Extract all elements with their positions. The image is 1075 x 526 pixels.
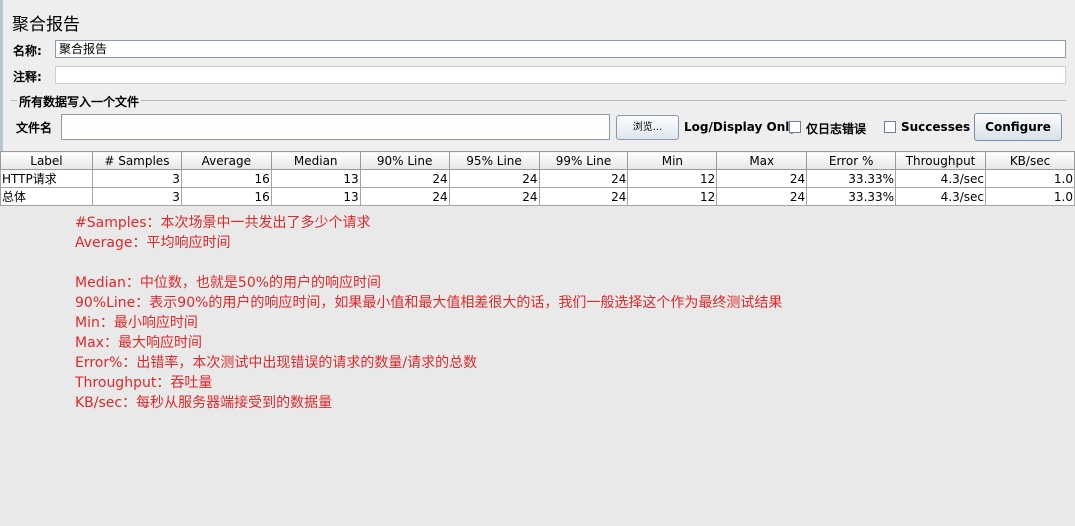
table-cell: 24 bbox=[448, 187, 540, 206]
column-header[interactable]: 90% Line bbox=[359, 151, 450, 170]
column-header[interactable]: Error % bbox=[806, 151, 897, 170]
write-to-file-legend: 所有数据写入一个文件 bbox=[17, 93, 142, 110]
table-cell: 13 bbox=[270, 187, 361, 206]
note-line: 90%Line：表示90%的用户的响应时间，如果最小值和最大值相差很大的话，我们… bbox=[75, 295, 783, 311]
note-line: Median：中位数，也就是50%的用户的响应时间 bbox=[75, 275, 382, 291]
errors-only-checkbox[interactable] bbox=[789, 121, 801, 133]
table-cell: 16 bbox=[180, 169, 272, 188]
filename-input[interactable] bbox=[61, 114, 610, 140]
note-line: Average：平均响应时间 bbox=[75, 235, 231, 251]
note-line: KB/sec：每秒从服务器端接受到的数据量 bbox=[75, 395, 333, 411]
table-cell: 1.0 bbox=[985, 187, 1075, 206]
table-cell: 12 bbox=[627, 187, 718, 206]
comment-row: 注释: bbox=[11, 66, 1066, 86]
table-cell: 24 bbox=[359, 169, 450, 188]
panel-title: 聚合报告 bbox=[12, 15, 80, 35]
name-input[interactable]: 聚合报告 bbox=[55, 40, 1066, 58]
filename-label: 文件名 bbox=[16, 121, 53, 135]
successes-checkbox[interactable] bbox=[884, 121, 896, 133]
column-header[interactable]: Label bbox=[0, 151, 93, 170]
comment-input[interactable] bbox=[55, 66, 1066, 84]
column-header[interactable]: Min bbox=[627, 151, 718, 170]
configure-button[interactable]: Configure bbox=[974, 113, 1062, 141]
table-cell: HTTP请求 bbox=[0, 169, 93, 188]
comment-label: 注释: bbox=[13, 70, 42, 84]
successes-label: Successes bbox=[901, 120, 971, 134]
table-cell: 24 bbox=[359, 187, 450, 206]
table-row[interactable]: HTTP请求 3 16 13 24 24 24 12 24 33.33% 4.3… bbox=[0, 169, 1075, 188]
note-line: Min：最小响应时间 bbox=[75, 315, 198, 331]
table-cell: 3 bbox=[91, 169, 182, 188]
table-cell: 24 bbox=[538, 187, 629, 206]
table-cell: 33.33% bbox=[806, 169, 897, 188]
column-header[interactable]: Max bbox=[716, 151, 808, 170]
column-header[interactable]: Average bbox=[180, 151, 272, 170]
table-cell: 13 bbox=[270, 169, 361, 188]
name-row: 名称: 聚合报告 bbox=[11, 40, 1066, 60]
table-cell: 16 bbox=[180, 187, 272, 206]
table-cell: 4.3/sec bbox=[895, 187, 987, 206]
errors-only-label: 仅日志错误 bbox=[806, 122, 867, 136]
annotation-notes: #Samples：本次场景中一共发出了多少个请求 Average：平均响应时间 … bbox=[75, 213, 782, 413]
table-cell: 3 bbox=[91, 187, 182, 206]
column-header[interactable]: Throughput bbox=[895, 151, 987, 170]
column-header[interactable]: KB/sec bbox=[985, 151, 1075, 170]
note-line: Max：最大响应时间 bbox=[75, 335, 202, 351]
note-line: #Samples：本次场景中一共发出了多少个请求 bbox=[75, 215, 371, 231]
note-line bbox=[75, 253, 782, 273]
log-display-only-label: Log/Display Only: bbox=[684, 120, 802, 134]
table-cell: 4.3/sec bbox=[895, 169, 987, 188]
note-line: Error%：出错率，本次测试中出现错误的请求的数量/请求的总数 bbox=[75, 355, 478, 371]
table-cell: 24 bbox=[716, 187, 808, 206]
column-header[interactable]: 99% Line bbox=[538, 151, 629, 170]
table-header-row: Label # Samples Average Median 90% Line … bbox=[0, 151, 1075, 170]
column-header[interactable]: 95% Line bbox=[448, 151, 540, 170]
table-cell: 1.0 bbox=[985, 169, 1075, 188]
note-line: Throughput：吞吐量 bbox=[75, 375, 213, 391]
browse-button[interactable]: 浏览... bbox=[616, 115, 679, 140]
table-row[interactable]: 总体 3 16 13 24 24 24 12 24 33.33% 4.3/sec… bbox=[0, 187, 1075, 206]
column-header[interactable]: Median bbox=[270, 151, 361, 170]
table-cell: 24 bbox=[716, 169, 808, 188]
table-cell: 33.33% bbox=[806, 187, 897, 206]
column-header[interactable]: # Samples bbox=[91, 151, 182, 170]
name-label: 名称: bbox=[13, 44, 42, 58]
aggregate-results-table: Label # Samples Average Median 90% Line … bbox=[0, 151, 1075, 206]
table-cell: 12 bbox=[627, 169, 718, 188]
table-cell: 总体 bbox=[0, 187, 93, 206]
table-cell: 24 bbox=[448, 169, 540, 188]
table-cell: 24 bbox=[538, 169, 629, 188]
